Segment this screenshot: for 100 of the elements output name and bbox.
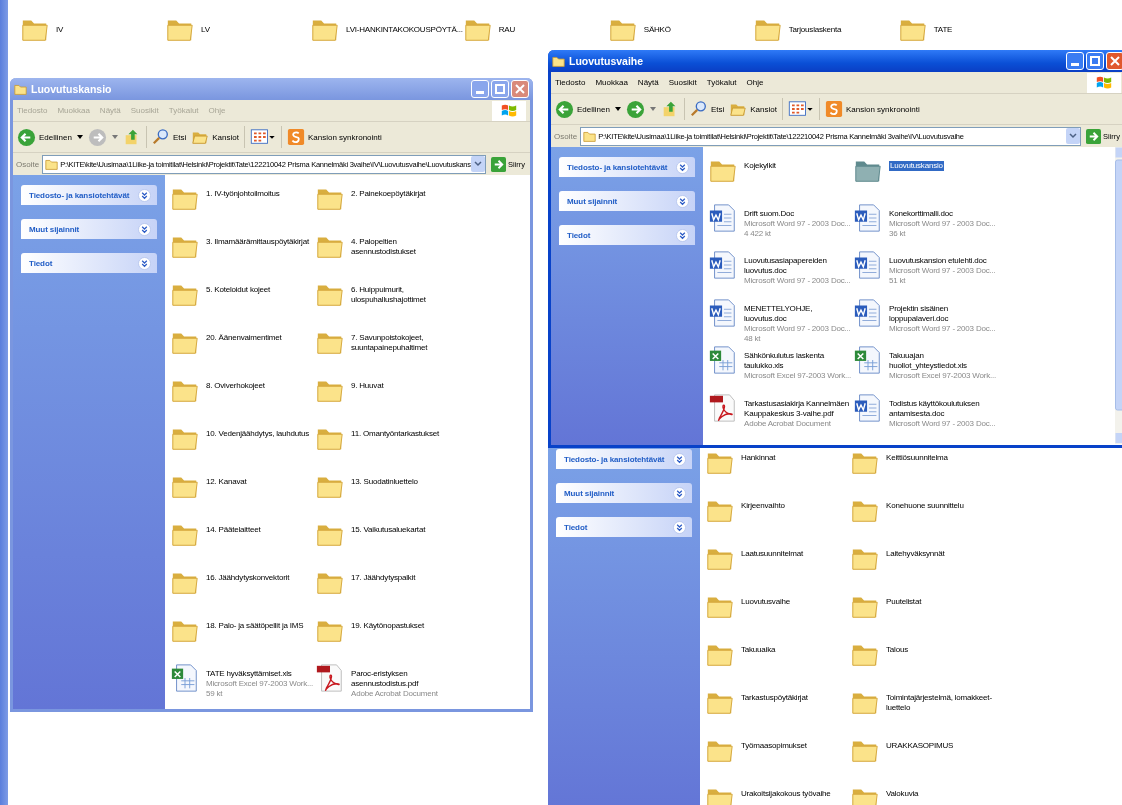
file-name[interactable]: Toimintajärjestelmä, lomakkeet-luettelo [886,693,994,713]
file-name[interactable]: 6. Huippuimurit, ulospuhallushajottimet [351,285,459,305]
file-name[interactable]: Kojekylkit [744,161,776,171]
desktop-icon-label[interactable]: TATE [933,24,953,34]
search-button[interactable]: Etsi [151,128,187,146]
file-name[interactable]: 5. Koteloidut kojeet [206,285,271,295]
back-button[interactable]: Edellinen [555,99,610,119]
maximize-button[interactable] [1086,52,1104,70]
desktop-icon-label[interactable]: IV [56,24,64,34]
file-name[interactable]: Keittiösuunnitelma [886,453,948,463]
task-panel-header[interactable]: Tiedosto- ja kansiotehtävät [559,157,695,177]
close-button[interactable] [511,80,529,98]
task-panel-header[interactable]: Tiedosto- ja kansiotehtävät [556,449,692,469]
file-name[interactable]: 10. Vedenjäähdytys, lauhdutus [206,429,310,439]
file-name[interactable]: Sähkönkulutus laskenta taulukko.xls [744,351,852,371]
file-name[interactable]: 11. Omantyöntarkastukset [351,429,439,439]
file-name[interactable]: MENETTELYOHJE, luovutus.doc [744,303,852,324]
folders-button[interactable]: Kansiot [729,100,777,118]
file-name[interactable]: 16. Jäähdytyskonvektorit [206,573,290,583]
menu-item[interactable]: Työkalut [706,78,737,87]
task-panel-header[interactable]: Muut sijainnit [21,219,157,239]
file-name[interactable]: 18. Palo- ja säätöpellit ja IMS [206,621,304,631]
file-name[interactable]: Puutelistat [886,597,922,607]
file-name[interactable]: 4. Palopeltien asennustodistukset [351,237,459,257]
desktop-icon-label[interactable]: Tarjouslaskenta [788,24,842,34]
search-button[interactable]: Etsi [689,100,725,118]
dropdown-icon[interactable] [470,156,485,172]
task-panel-header[interactable]: Tiedot [21,253,157,273]
maximize-icon [495,84,505,94]
file-name[interactable]: Urakoitsijakokous työvaihe [741,789,831,799]
task-panel-header[interactable]: Muut sijainnit [556,483,692,503]
file-name[interactable]: Konekorttimalli.doc [889,208,953,219]
file-name[interactable]: 9. Huuvat [351,381,384,391]
file-name[interactable]: Projektin sisäinen loppupalaveri.doc [889,303,997,324]
task-panel-header[interactable]: Tiedot [556,517,692,537]
views-icon[interactable] [249,128,276,146]
file-name[interactable]: Konehuone suunnittelu [886,501,964,511]
file-name[interactable]: Takuuajan huollot_yhteystiedot.xls [889,351,997,371]
close-button[interactable] [1106,52,1122,70]
file-name[interactable]: Takuuaika [741,645,776,655]
file-name[interactable]: Tarkastusasiakirja Kannelmäen Kauppakeskus 3-vaihe.pdf [744,398,852,419]
scrollbar[interactable] [1115,147,1122,444]
file-name[interactable]: Luovutusvaihe [741,597,790,607]
spreadsheet-icon [170,663,200,693]
dropdown-caret-icon[interactable] [76,135,83,139]
file-name[interactable]: Paroc-eristyksen asennustodistus.pdf [351,669,459,689]
file-name[interactable]: 20. Äänenvaimentimet [206,333,282,343]
menu-item[interactable]: Muokkaa [595,78,628,87]
dropdown-icon[interactable] [1065,128,1080,144]
file-name[interactable]: 14. Päätelaitteet [206,525,261,535]
file-name[interactable]: URAKKASOPIMUS [886,741,954,751]
file-name[interactable]: Kirjeenvaihto [741,501,785,511]
file-name[interactable]: Todistus käyttökoulutuksen antamisesta.doc [889,398,997,419]
minimize-button[interactable] [471,80,489,98]
file-name[interactable]: 1. IV-työnjohtoilmoitus [206,189,280,199]
views-icon[interactable] [787,100,814,118]
search-icon [151,128,170,146]
menu-item[interactable]: Näytä [637,78,659,87]
desktop-icon-label[interactable]: LV [201,24,210,34]
close-icon [515,84,525,94]
file-name[interactable]: 13. Suodatinluettelo [351,477,418,487]
file-name[interactable]: Laatusuunnitelmat [741,549,803,559]
file-name[interactable]: Työmaasopimukset [741,741,807,751]
file-name[interactable]: Luovutusasiapapereiden luovutus.doc [744,256,852,276]
file-name[interactable]: 3. Ilmamäärämittauspöytäkirjat [206,237,309,247]
menu-item[interactable]: Suosikit [668,78,697,87]
sync-button[interactable]: Kansion synkronointi [286,128,382,146]
file-name[interactable]: Hankinnat [741,453,776,463]
word-document-icon [708,297,738,328]
desktop-icon-label[interactable]: RAU [498,24,516,34]
file-name[interactable]: 8. Oviverhokojeet [206,381,265,391]
file-name[interactable]: 2. Painekoepöytäkirjat [351,189,426,199]
file-name[interactable]: 19. Käytönopastukset [351,621,424,631]
file-name[interactable]: Luovutuskansio [889,161,944,171]
menu-item[interactable]: Ohje [746,78,764,87]
minimize-button[interactable] [1066,52,1084,70]
desktop-icon-label[interactable]: LVI-HANKINTAKOKOUSPÖYTÄ... [346,24,463,34]
file-name[interactable]: Drift suom.Doc [744,208,795,219]
task-panel-header[interactable]: Tiedot [559,225,695,245]
file-name[interactable]: Talous [886,645,908,655]
menu-item[interactable]: Tiedosto [555,78,586,87]
dropdown-caret-icon[interactable] [614,107,621,111]
file-name[interactable]: 7. Savunpoistokojeet, suuntapainepuhaltimet [351,333,459,353]
file-name[interactable]: Tarkastuspöytäkirjat [741,693,808,703]
file-name[interactable]: TATE hyväksyttämiset.xls [206,669,292,679]
folders-button[interactable]: Kansiot [191,128,239,146]
task-panel-header[interactable]: Tiedosto- ja kansiotehtävät [21,185,157,205]
maximize-button[interactable] [491,80,509,98]
file-size: 36 kt [889,228,907,239]
task-panel-header[interactable]: Muut sijainnit [559,191,695,211]
file-name[interactable]: Luovutuskansion etulehti.doc [889,256,987,266]
file-name[interactable]: Laitehyväksynnät [886,549,945,559]
word-document-icon [853,250,883,280]
file-name[interactable]: 12. Kanavat [206,477,247,487]
sync-button[interactable]: Kansion synkronointi [824,100,920,118]
back-button[interactable]: Edellinen [17,127,72,147]
file-name[interactable]: Valokuvia [886,789,919,799]
desktop-icon-label[interactable]: SÄHKÖ [643,24,671,34]
file-name[interactable]: 17. Jäähdytyspalkit [351,573,416,583]
file-name[interactable]: 15. Vaikutusaluekartat [351,525,426,535]
